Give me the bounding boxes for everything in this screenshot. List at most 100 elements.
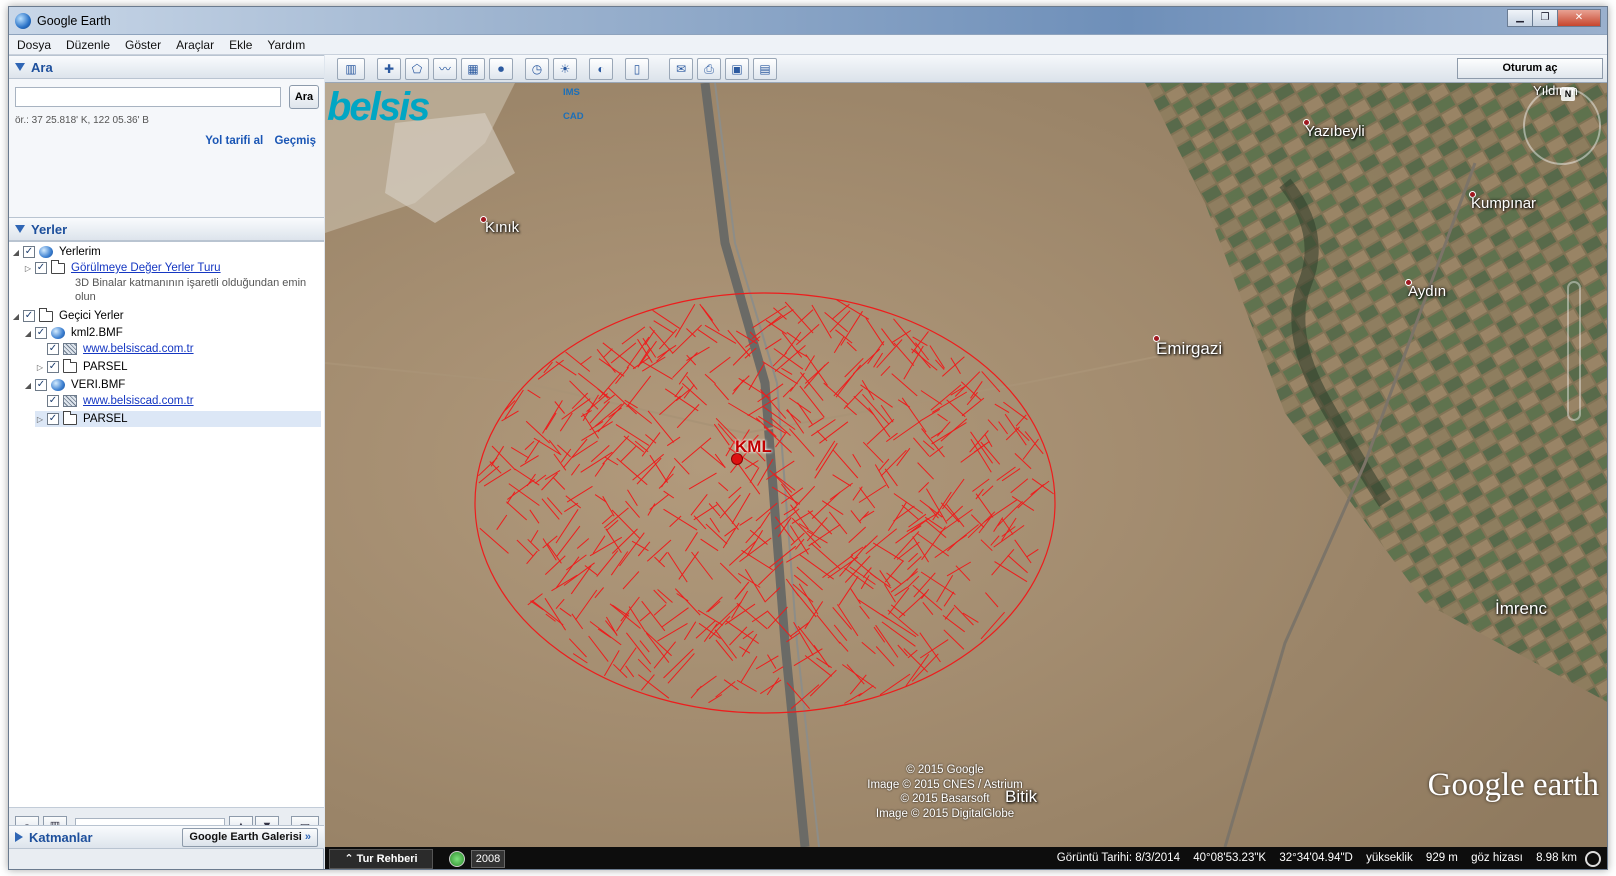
view-in-maps-button[interactable]: ▤ — [753, 58, 777, 80]
sign-in-button[interactable]: Oturum aç — [1457, 58, 1603, 79]
tree-item-belsiscad-link-2[interactable]: ✓ www.belsiscad.com.tr — [35, 393, 194, 409]
place-label-kumpinar[interactable]: Kumpınar — [1471, 195, 1536, 212]
globe-icon — [51, 327, 65, 339]
place-label-imrenc[interactable]: İmrenc — [1495, 599, 1547, 619]
zoom-slider[interactable] — [1567, 281, 1581, 421]
add-path-button[interactable]: 〰 — [433, 58, 457, 80]
expand-arrow-icon[interactable]: ◢ — [23, 381, 33, 390]
close-button[interactable]: ✕ — [1557, 9, 1601, 27]
gallery-button-label: Google Earth Galerisi — [189, 831, 302, 843]
checkbox[interactable]: ✓ — [35, 327, 47, 339]
print-button[interactable]: ⎙ — [697, 58, 721, 80]
menu-edit[interactable]: Düzenle — [64, 35, 119, 54]
belsis-logo-text: belsis — [327, 85, 430, 129]
collapsed-arrow-icon[interactable]: ▷ — [35, 363, 45, 372]
map-toolbar: ▥ ✚ ⬠ 〰 ▦ ⏺ ◷ ☀ ◐ ▯ ✉ ⎙ ▣ ▤ Oturum aç — [325, 55, 1607, 83]
window-controls: ▁ ❐ ✕ — [1507, 9, 1601, 27]
menu-view[interactable]: Göster — [123, 35, 170, 54]
checkbox[interactable]: ✓ — [23, 246, 35, 258]
menu-add[interactable]: Ekle — [227, 35, 261, 54]
checkbox[interactable]: ✓ — [47, 343, 59, 355]
place-label-emirgazi[interactable]: Emirgazi — [1156, 339, 1222, 359]
add-polygon-button[interactable]: ⬠ — [405, 58, 429, 80]
google-earth-window: Google Earth ▁ ❐ ✕ Dosya Düzenle Göster … — [8, 6, 1608, 870]
maximize-button[interactable]: ❐ — [1532, 9, 1558, 27]
checkbox[interactable]: ✓ — [35, 262, 47, 274]
checkbox[interactable]: ✓ — [47, 395, 59, 407]
menu-tools[interactable]: Araçlar — [174, 35, 223, 54]
history-link[interactable]: Geçmiş — [274, 135, 316, 147]
search-input[interactable] — [15, 87, 281, 107]
collapse-triangle-icon — [15, 63, 25, 71]
checkbox[interactable]: ✓ — [35, 379, 47, 391]
search-panel: Ara ör.: 37 25.818' K, 122 05.36' B Yol … — [9, 79, 324, 217]
sidebar-toggle-button[interactable]: ▥ — [337, 58, 365, 80]
collapsed-arrow-icon[interactable]: ▷ — [23, 264, 33, 273]
tree-item-link[interactable]: www.belsiscad.com.tr — [83, 343, 194, 355]
streaming-status-icon — [1585, 851, 1601, 867]
copyright-line: Image © 2015 CNES / Astrium — [867, 778, 1023, 791]
search-hint: ör.: 37 25.818' K, 122 05.36' B — [15, 115, 149, 126]
tree-item-sightseeing-tour[interactable]: ▷ ✓ Görülmeye Değer Yerler Turu — [23, 259, 221, 276]
kml-placemark-label[interactable]: KML — [735, 437, 772, 457]
collapsed-arrow-icon[interactable]: ▷ — [35, 415, 45, 424]
directions-link[interactable]: Yol tarifi al — [205, 135, 263, 147]
tree-item-my-places[interactable]: ◢ ✓ Yerlerim — [11, 244, 101, 260]
add-image-overlay-button[interactable]: ▦ — [461, 58, 485, 80]
historical-clock-icon[interactable] — [449, 851, 465, 867]
historical-imagery-button[interactable]: ◷ — [525, 58, 549, 80]
tree-item-parsel-2[interactable]: ▷ ✓ PARSEL — [35, 410, 321, 427]
tree-item-veri[interactable]: ◢ ✓ VERI.BMF — [23, 377, 125, 393]
save-image-button[interactable]: ▣ — [725, 58, 749, 80]
copyright-line: © 2015 Google — [906, 764, 984, 776]
record-tour-button[interactable]: ⏺ — [489, 58, 513, 80]
tree-item-label: PARSEL — [83, 413, 128, 425]
email-button[interactable]: ✉ — [669, 58, 693, 80]
expand-arrow-icon[interactable]: ◢ — [11, 312, 21, 321]
tree-item-label: VERI.BMF — [71, 379, 126, 391]
tree-item-link[interactable]: Görülmeye Değer Yerler Turu — [71, 262, 221, 274]
tree-item-label: Yerlerim — [59, 246, 101, 258]
add-placemark-button[interactable]: ✚ — [377, 58, 401, 80]
menu-help[interactable]: Yardım — [265, 35, 314, 54]
tree-item-label: PARSEL — [83, 361, 128, 373]
collapse-triangle-icon — [15, 225, 25, 233]
expand-arrow-icon[interactable]: ◢ — [23, 329, 33, 338]
chevron-up-icon: ⌃ — [344, 853, 357, 865]
menu-file[interactable]: Dosya — [15, 35, 60, 54]
place-label-kinik[interactable]: Kınık — [485, 219, 519, 236]
imagery-year[interactable]: 2008 — [471, 850, 505, 868]
folder-icon — [63, 410, 77, 425]
search-links: Yol tarifi al Geçmiş — [197, 135, 316, 147]
expand-triangle-icon — [15, 832, 23, 842]
north-indicator-icon[interactable]: N — [1561, 87, 1575, 101]
places-header-label: Yerler — [31, 222, 68, 237]
checkbox[interactable]: ✓ — [47, 361, 59, 373]
checkbox[interactable]: ✓ — [47, 413, 59, 425]
layers-panel-header[interactable]: Katmanlar Google Earth Galerisi» — [9, 825, 324, 849]
ruler-button[interactable]: ▯ — [625, 58, 649, 80]
network-link-icon — [63, 343, 77, 355]
tree-item-belsiscad-link-1[interactable]: ✓ www.belsiscad.com.tr — [35, 341, 194, 357]
window-title: Google Earth — [37, 14, 111, 28]
earth-map-view[interactable]: belsis IMS CAD Kınık Yazıbeyli Kumpınar … — [325, 83, 1607, 847]
place-label-yazibeyli[interactable]: Yazıbeyli — [1305, 123, 1365, 140]
places-panel-header[interactable]: Yerler — [9, 217, 324, 241]
switch-to-sky-button[interactable]: ◐ — [589, 58, 613, 80]
tree-item-temporary-places[interactable]: ◢ ✓ Geçici Yerler — [11, 307, 124, 324]
tour-guide-button[interactable]: ⌃ Tur Rehberi — [329, 849, 433, 869]
tree-item-kml2[interactable]: ◢ ✓ kml2.BMF — [23, 325, 123, 341]
earth-gallery-button[interactable]: Google Earth Galerisi» — [182, 828, 318, 847]
minimize-button[interactable]: ▁ — [1507, 9, 1533, 27]
search-panel-header[interactable]: Ara — [9, 55, 324, 79]
tree-item-parsel-1[interactable]: ▷ ✓ PARSEL — [35, 358, 128, 375]
search-button[interactable]: Ara — [289, 85, 319, 109]
satellite-imagery — [325, 83, 1607, 847]
expand-arrow-icon[interactable]: ◢ — [11, 248, 21, 257]
longitude-readout: 32°34'04.94"D — [1279, 852, 1353, 864]
checkbox[interactable]: ✓ — [23, 310, 35, 322]
status-readout: Görüntü Tarihi: 8/3/2014 40°08'53.23"K 3… — [1047, 852, 1577, 864]
tree-item-link[interactable]: www.belsiscad.com.tr — [83, 395, 194, 407]
sunlight-button[interactable]: ☀ — [553, 58, 577, 80]
place-label-aydin[interactable]: Aydın — [1408, 283, 1446, 300]
